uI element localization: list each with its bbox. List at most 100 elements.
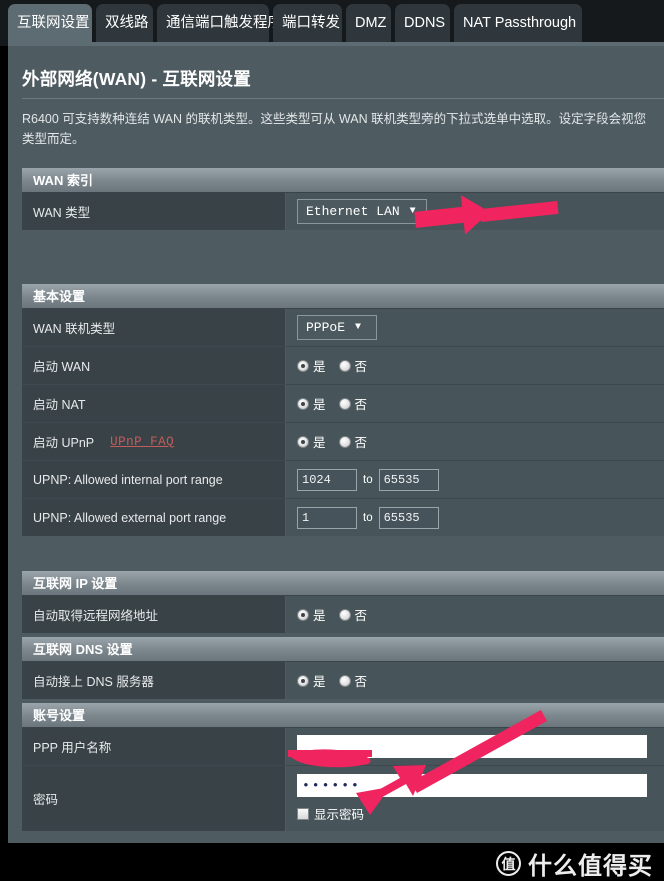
auto-connect-dns-radio-yes[interactable]: 是	[297, 671, 326, 690]
radio-label: 是	[313, 609, 326, 623]
row-auto-connect-dns: 自动接上 DNS 服务器 是 否	[22, 662, 664, 699]
tab-bar: 互联网设置 双线路 通信端口触发程序 端口转发 DMZ DDNS NAT Pas…	[0, 0, 664, 46]
auto-connect-dns-radio-no[interactable]: 否	[338, 671, 368, 690]
radio-icon	[338, 359, 351, 372]
wan-ip-settings-table: 互联网 IP 设置 自动取得远程网络地址 是 否	[22, 571, 664, 633]
enable-upnp-radio-no[interactable]: 否	[338, 432, 368, 451]
wan-type-select[interactable]: Ethernet LAN ▼	[297, 199, 427, 224]
enable-upnp-radio-yes[interactable]: 是	[297, 432, 326, 451]
show-password-checkbox-row[interactable]: 显示密码	[297, 804, 364, 823]
tab-ddns[interactable]: DDNS	[395, 4, 450, 42]
row-label-upnp-external-port-range: UPNP: Allowed external port range	[22, 499, 286, 536]
chevron-down-icon: ▼	[355, 322, 362, 333]
radio-icon	[297, 435, 309, 448]
row-value-wan-type: Ethernet LAN ▼	[286, 193, 664, 230]
wan-connection-type-select[interactable]: PPPoE ▼	[297, 315, 377, 340]
radio-icon	[338, 397, 351, 410]
enable-wan-radio-yes[interactable]: 是	[297, 356, 326, 375]
enable-wan-radio-group: 是 否	[297, 356, 380, 375]
row-value-auto-connect-dns: 是 否	[286, 662, 664, 699]
tab-label: 通信端口触发程序	[166, 15, 282, 31]
wan-type-select-value: Ethernet LAN	[306, 204, 400, 219]
tab-label: 互联网设置	[17, 15, 90, 31]
tab-internet-settings[interactable]: 互联网设置	[8, 4, 92, 46]
row-label-enable-upnp: 启动 UPnP UPnP FAQ	[22, 423, 286, 460]
radio-label: 否	[354, 675, 368, 689]
row-value-upnp-external-port-range: 1 to 65535	[286, 499, 664, 536]
row-enable-upnp: 启动 UPnP UPnP FAQ 是 否	[22, 423, 664, 461]
radio-icon	[297, 674, 309, 687]
row-value-wan-connection-type: PPPoE ▼	[286, 309, 664, 346]
range-to-label: to	[363, 473, 373, 486]
upnp-external-port-to-input[interactable]: 65535	[378, 506, 439, 529]
row-label-wan-connection-type: WAN 联机类型	[22, 309, 286, 346]
checkbox-icon	[297, 807, 309, 820]
wan-connection-type-select-value: PPPoE	[306, 320, 346, 335]
row-value-enable-upnp: 是 否	[286, 423, 664, 460]
row-ppp-username: PPP 用户名称	[22, 728, 664, 766]
basic-settings-table: 基本设置 WAN 联机类型 PPPoE ▼ 启动 WAN 是 否 启动 NAT …	[22, 284, 664, 536]
radio-icon	[297, 359, 309, 372]
auto-connect-dns-radio-group: 是 否	[297, 671, 380, 690]
row-value-ppp-username	[286, 728, 664, 765]
row-label-enable-upnp-text: 启动 UPnP	[33, 436, 95, 450]
ppp-password-input[interactable]: ••••••	[297, 774, 647, 797]
radio-icon	[338, 674, 351, 687]
row-label-enable-nat: 启动 NAT	[22, 385, 286, 422]
wan-index-table: WAN 索引 WAN 类型 Ethernet LAN ▼	[22, 168, 664, 230]
tab-dual-wan[interactable]: 双线路	[96, 4, 153, 42]
enable-nat-radio-group: 是 否	[297, 394, 380, 413]
tab-port-forwarding[interactable]: 端口转发	[273, 4, 342, 42]
row-value-ppp-password: •••••• 显示密码	[286, 766, 664, 831]
enable-upnp-radio-group: 是 否	[297, 432, 380, 451]
row-label-auto-get-wan-ip: 自动取得远程网络地址	[22, 596, 286, 633]
section-header-wan-dns: 互联网 DNS 设置	[22, 637, 664, 662]
ppp-username-input[interactable]	[297, 735, 647, 758]
radio-icon	[297, 397, 309, 410]
watermark: 值 什么值得买	[496, 846, 653, 881]
watermark-text: 什么值得买	[528, 853, 653, 880]
radio-label: 是	[313, 436, 326, 450]
row-wan-connection-type: WAN 联机类型 PPPoE ▼	[22, 309, 664, 347]
radio-label: 是	[313, 675, 326, 689]
enable-nat-radio-yes[interactable]: 是	[297, 394, 326, 413]
wan-dns-settings-table: 互联网 DNS 设置 自动接上 DNS 服务器 是 否	[22, 637, 664, 699]
page-title: 外部网络(WAN) - 互联网设置	[22, 69, 251, 89]
tab-dmz[interactable]: DMZ	[346, 4, 391, 42]
row-wan-type: WAN 类型 Ethernet LAN ▼	[22, 193, 664, 230]
settings-page: 外部网络(WAN) - 互联网设置 R6400 可支持数种连结 WAN 的联机类…	[8, 46, 664, 880]
range-to-label: to	[363, 511, 373, 524]
row-upnp-external-port-range: UPNP: Allowed external port range 1 to 6…	[22, 499, 664, 536]
row-label-ppp-password: 密码	[22, 766, 286, 831]
row-auto-get-wan-ip: 自动取得远程网络地址 是 否	[22, 596, 664, 633]
row-upnp-internal-port-range: UPNP: Allowed internal port range 1024 t…	[22, 461, 664, 499]
upnp-external-port-from-input[interactable]: 1	[297, 506, 357, 529]
title-divider	[22, 98, 664, 99]
radio-label: 否	[354, 609, 368, 623]
row-label-auto-connect-dns: 自动接上 DNS 服务器	[22, 662, 286, 699]
enable-wan-radio-no[interactable]: 否	[338, 356, 367, 375]
row-enable-nat: 启动 NAT 是 否	[22, 385, 664, 423]
radio-icon	[338, 435, 351, 448]
tab-nat-passthrough[interactable]: NAT Passthrough	[454, 4, 582, 42]
tab-port-trigger[interactable]: 通信端口触发程序	[157, 4, 282, 42]
row-enable-wan: 启动 WAN 是 否	[22, 347, 664, 385]
show-password-label: 显示密码	[314, 808, 365, 822]
tab-label: 端口转发	[282, 15, 340, 31]
radio-icon	[297, 608, 309, 621]
section-header-account: 账号设置	[22, 703, 664, 728]
radio-label: 否	[354, 436, 368, 450]
auto-get-wan-ip-radio-yes[interactable]: 是	[297, 605, 326, 624]
tab-label: NAT Passthrough	[463, 15, 577, 31]
auto-get-wan-ip-radio-no[interactable]: 否	[338, 605, 368, 624]
upnp-internal-port-from-input[interactable]: 1024	[297, 468, 357, 491]
enable-nat-radio-no[interactable]: 否	[338, 394, 367, 413]
row-label-ppp-username: PPP 用户名称	[22, 728, 286, 765]
radio-icon	[338, 608, 351, 621]
radio-label: 是	[313, 360, 326, 374]
upnp-faq-link[interactable]: UPnP FAQ	[110, 435, 174, 449]
page-description: R6400 可支持数种连结 WAN 的联机类型。这些类型可从 WAN 联机类型旁…	[22, 112, 647, 146]
row-value-auto-get-wan-ip: 是 否	[286, 596, 664, 633]
row-value-upnp-internal-port-range: 1024 to 65535	[286, 461, 664, 498]
upnp-internal-port-to-input[interactable]: 65535	[378, 468, 439, 491]
